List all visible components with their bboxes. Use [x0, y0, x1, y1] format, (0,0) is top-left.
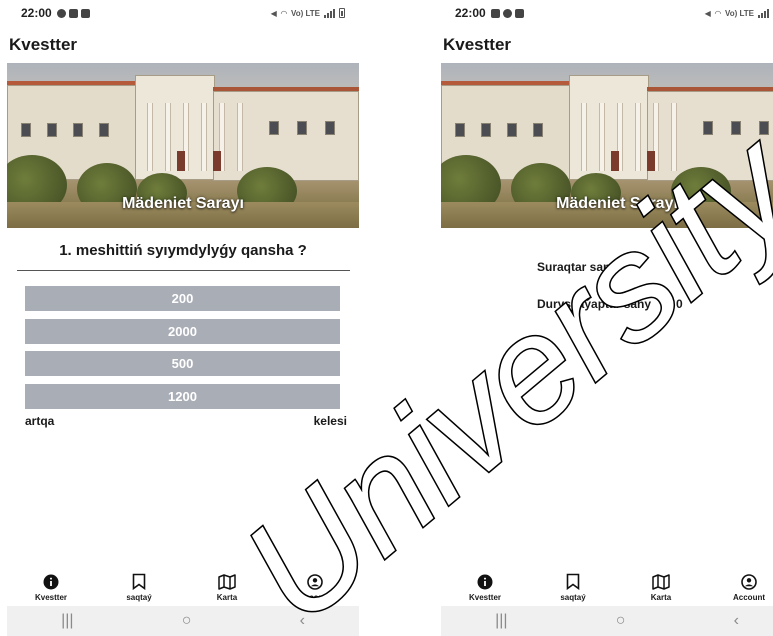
questions-count-label: Suraqtar sany — [537, 260, 618, 274]
nav-item-karta[interactable]: Karta — [626, 573, 696, 602]
nav-label: Kvestter — [34, 592, 67, 602]
mute-icon: ◀ — [270, 8, 277, 18]
message-icon — [80, 8, 90, 18]
image-icon — [68, 8, 78, 18]
quiz-question-screen: 22:00 ◀ ◠ Vo) LTE Kvestter Mädeniet Sara… — [7, 0, 359, 636]
home-icon[interactable]: ○ — [182, 612, 192, 630]
next-link[interactable]: kelesi — [314, 414, 347, 428]
hero-caption: Mädeniet Sarayı — [122, 195, 244, 212]
nav-label: Karta — [650, 592, 672, 602]
account-icon — [307, 573, 323, 591]
nav-label: saqtaý — [560, 592, 586, 602]
bookmark-icon — [132, 573, 146, 591]
answer-button[interactable]: 1200 — [25, 384, 340, 409]
system-nav-bar: ||| ○ ‹ — [441, 606, 773, 636]
status-bar: 22:00 ◀ ◠ Vo) LTE — [7, 0, 359, 26]
nav-label: Account — [733, 592, 765, 602]
bottom-nav: Kvestter saqtaý Karta Account — [441, 568, 773, 606]
status-time: 22:00 — [21, 6, 52, 20]
notification-icon — [56, 8, 66, 18]
answer-button[interactable]: 2000 — [25, 319, 340, 344]
info-icon — [477, 573, 493, 591]
nav-item-kvestter[interactable]: Kvestter — [450, 573, 520, 602]
nav-item-karta[interactable]: Karta — [192, 573, 262, 602]
page-title: Kvestter — [9, 35, 78, 54]
status-bar: 22:00 ◀ ◠ Vo) LTE — [441, 0, 773, 26]
questions-count-value: 2 — [676, 260, 683, 274]
nav-label: Account — [299, 592, 331, 602]
nav-item-account[interactable]: Account — [714, 573, 773, 602]
bottom-nav: Kvestter saqtaý Karta Account — [7, 568, 359, 606]
message-icon — [514, 8, 524, 18]
system-nav-bar: ||| ○ ‹ — [7, 606, 359, 636]
nav-label: Kvestter — [468, 592, 501, 602]
nav-item-kvestter[interactable]: Kvestter — [16, 573, 86, 602]
battery-icon — [339, 8, 345, 18]
recent-apps-icon[interactable]: ||| — [495, 612, 507, 630]
image-icon — [490, 8, 500, 18]
nav-item-saqtay[interactable]: saqtaý — [104, 573, 174, 602]
notification-icon — [502, 8, 512, 18]
account-icon — [741, 573, 757, 591]
map-icon — [218, 573, 236, 591]
map-icon — [652, 573, 670, 591]
status-time: 22:00 — [455, 6, 486, 20]
correct-answers-label: Durys jaýaptar sany — [537, 297, 652, 311]
answer-button[interactable]: 500 — [25, 351, 340, 376]
nav-label: Karta — [216, 592, 238, 602]
nav-item-account[interactable]: Account — [280, 573, 350, 602]
network-label: Vo) LTE — [290, 8, 320, 18]
signal-icon — [324, 8, 335, 18]
back-icon[interactable]: ‹ — [734, 612, 739, 630]
bookmark-icon — [566, 573, 580, 591]
mute-icon: ◀ — [704, 8, 711, 18]
nav-label: saqtaý — [126, 592, 152, 602]
info-icon — [43, 573, 59, 591]
recent-apps-icon[interactable]: ||| — [61, 612, 73, 630]
answer-button[interactable]: 200 — [25, 286, 340, 311]
hero-photo: Mädeniet Sarayı — [441, 63, 773, 228]
hero-caption: Mädeniet Sarayı — [556, 195, 678, 212]
page-title: Kvestter — [443, 35, 512, 54]
correct-answers-value: 0 — [676, 297, 683, 311]
wifi-icon: ◠ — [280, 8, 287, 18]
question-divider — [17, 270, 350, 271]
network-label: Vo) LTE — [724, 8, 754, 18]
back-link[interactable]: artqa — [25, 414, 54, 428]
question-text: 1. meshittiń syıymdylyǵy qansha ? — [59, 242, 307, 259]
nav-item-saqtay[interactable]: saqtaý — [538, 573, 608, 602]
signal-icon — [758, 8, 769, 18]
back-icon[interactable]: ‹ — [300, 612, 305, 630]
hero-photo: Mädeniet Sarayı — [7, 63, 359, 228]
quiz-results-screen: 22:00 ◀ ◠ Vo) LTE Kvestter Mädeniet Sara… — [441, 0, 773, 636]
wifi-icon: ◠ — [714, 8, 721, 18]
home-icon[interactable]: ○ — [616, 612, 626, 630]
